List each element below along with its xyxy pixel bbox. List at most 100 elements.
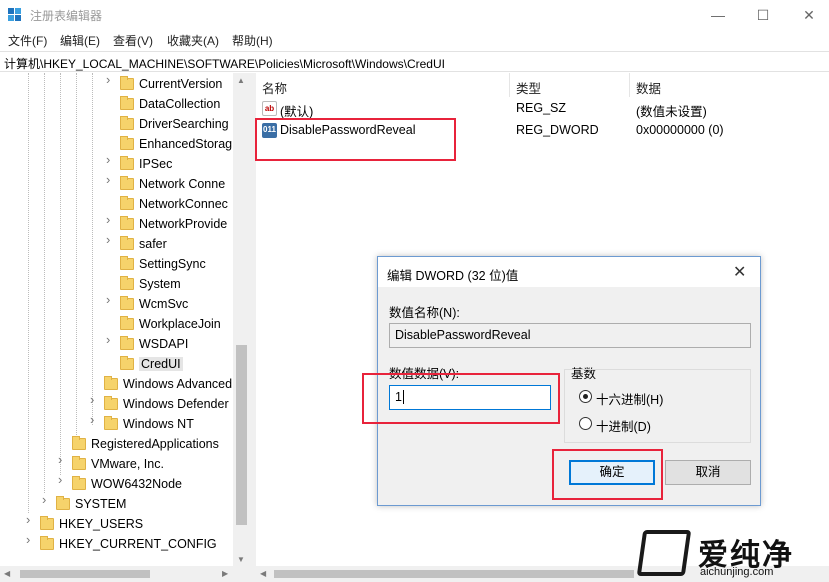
tree-vertical-scrollbar[interactable]: ▲ ▼	[233, 73, 250, 567]
menu-help[interactable]: 帮助(H)	[232, 32, 273, 49]
tree-item[interactable]: › Windows NT	[0, 413, 250, 435]
value-type: REG_DWORD	[516, 123, 599, 137]
expand-chevron-icon[interactable]: ›	[106, 153, 114, 166]
tree-item-label: HKEY_CURRENT_CONFIG	[59, 537, 217, 551]
tree-item[interactable]: › HKEY_CURRENT_CONFIG	[0, 533, 250, 555]
tree-item-label: SettingSync	[139, 257, 206, 271]
folder-icon	[120, 256, 134, 270]
scroll-left-arrow-icon[interactable]: ◀	[4, 569, 10, 578]
folder-icon	[104, 416, 118, 430]
tree-item-label: IPSec	[139, 157, 173, 171]
value-name-field: DisablePasswordReveal	[389, 323, 751, 348]
folder-icon	[104, 376, 118, 390]
expand-chevron-icon[interactable]: ›	[90, 413, 98, 426]
tree-item-label: HKEY_USERS	[59, 517, 144, 531]
value-data: (数值未设置)	[636, 105, 707, 119]
list-item[interactable]: ab (默认) REG_SZ (数值未设置)	[256, 98, 829, 119]
cancel-button[interactable]: 取消	[665, 460, 751, 485]
expand-chevron-icon[interactable]: ›	[106, 213, 114, 226]
tree-item-label: RegisteredApplications	[91, 437, 219, 451]
tree-item[interactable]: SettingSync	[0, 255, 250, 275]
expand-chevron-icon[interactable]: ›	[58, 473, 66, 486]
folder-icon	[56, 496, 70, 510]
hex-radio[interactable]	[579, 390, 592, 403]
tree-item[interactable]: › VMware, Inc.	[0, 453, 250, 475]
value-name-label: 数值名称(N):	[389, 306, 460, 320]
folder-icon	[40, 536, 54, 550]
tree-item-label: WSDAPI	[139, 337, 189, 351]
tree-item[interactable]: System	[0, 275, 250, 295]
scroll-up-arrow-icon[interactable]: ▲	[237, 76, 245, 85]
maximize-button[interactable]: ☐	[740, 0, 786, 30]
tree-item[interactable]: › IPSec	[0, 153, 250, 175]
tree-item[interactable]: Windows Advanced	[0, 375, 250, 395]
tree-item[interactable]: › NetworkProvide	[0, 213, 250, 235]
expand-chevron-icon[interactable]: ›	[106, 233, 114, 246]
address-bar[interactable]: 计算机\HKEY_LOCAL_MACHINE\SOFTWARE\Policies…	[0, 51, 829, 72]
expand-chevron-icon[interactable]: ›	[106, 73, 114, 86]
tree-item[interactable]: DriverSearching	[0, 115, 250, 135]
tree-item[interactable]: CredUI	[0, 355, 250, 375]
expand-chevron-icon[interactable]: ›	[26, 533, 34, 546]
menu-favorites[interactable]: 收藏夹(A)	[167, 32, 219, 49]
scroll-left-arrow-icon[interactable]: ◀	[260, 569, 266, 578]
folder-icon	[72, 436, 86, 450]
folder-icon	[120, 316, 134, 330]
list-hscroll-thumb[interactable]	[274, 570, 634, 578]
dec-radio[interactable]	[579, 417, 592, 430]
tree-scroll-thumb[interactable]	[236, 345, 247, 525]
folder-icon	[72, 476, 86, 490]
expand-chevron-icon[interactable]: ›	[90, 393, 98, 406]
tree-item[interactable]: RegisteredApplications	[0, 435, 250, 455]
tree-item-label: CurrentVersion	[139, 77, 223, 91]
hex-radio-label[interactable]: 十六进制(H)	[596, 389, 663, 408]
tree-item[interactable]: › WcmSvc	[0, 293, 250, 315]
tree-item-label: WorkplaceJoin	[139, 317, 221, 331]
tree-item[interactable]: › safer	[0, 233, 250, 255]
tree-horizontal-scrollbar[interactable]: ◀ ▶	[0, 566, 250, 582]
value-data: 0x00000000 (0)	[636, 123, 724, 137]
address-path[interactable]: 计算机\HKEY_LOCAL_MACHINE\SOFTWARE\Policies…	[4, 55, 445, 72]
expand-chevron-icon[interactable]: ›	[106, 173, 114, 186]
scroll-down-arrow-icon[interactable]: ▼	[237, 555, 245, 564]
tree-item[interactable]: › HKEY_USERS	[0, 513, 250, 535]
folder-icon	[72, 456, 86, 470]
dialog-title-bar: 编辑 DWORD (32 位)值 ✕	[378, 257, 760, 287]
watermark-logo-icon	[636, 530, 692, 576]
tree-item-label: Windows Defender	[123, 397, 229, 411]
tree-hscroll-thumb[interactable]	[20, 570, 150, 578]
tree-item-label: VMware, Inc.	[91, 457, 164, 471]
dialog-close-icon[interactable]: ✕	[733, 262, 746, 282]
folder-icon	[120, 116, 134, 130]
column-header-name[interactable]: 名称	[256, 73, 510, 97]
tree-item[interactable]: WorkplaceJoin	[0, 315, 250, 335]
tree-item[interactable]: › SYSTEM	[0, 493, 250, 515]
tree-item[interactable]: EnhancedStorag	[0, 135, 250, 155]
registry-tree[interactable]: › CurrentVersion DataCollection DriverSearc…	[0, 73, 250, 567]
folder-icon	[120, 296, 134, 310]
menu-edit[interactable]: 编辑(E)	[60, 32, 100, 49]
expand-chevron-icon[interactable]: ›	[106, 333, 114, 346]
column-header-data[interactable]: 数据	[630, 73, 829, 97]
expand-chevron-icon[interactable]: ›	[26, 513, 34, 526]
tree-item-label: EnhancedStorag	[139, 137, 233, 151]
folder-icon	[120, 276, 134, 290]
tree-item[interactable]: › Windows Defender	[0, 393, 250, 415]
minimize-button[interactable]: —	[695, 0, 741, 30]
tree-item[interactable]: › Network Conne	[0, 173, 250, 195]
column-header-type[interactable]: 类型	[510, 73, 630, 97]
expand-chevron-icon[interactable]: ›	[106, 293, 114, 306]
tree-item[interactable]: NetworkConnec	[0, 195, 250, 215]
expand-chevron-icon[interactable]: ›	[42, 493, 50, 506]
scroll-right-arrow-icon[interactable]: ▶	[222, 569, 228, 578]
tree-item[interactable]: › WOW6432Node	[0, 473, 250, 495]
expand-chevron-icon[interactable]: ›	[58, 453, 66, 466]
menu-file[interactable]: 文件(F)	[8, 32, 47, 49]
tree-item[interactable]: › CurrentVersion	[0, 73, 250, 95]
tree-item[interactable]: DataCollection	[0, 95, 250, 115]
tree-item[interactable]: › WSDAPI	[0, 333, 250, 355]
close-button[interactable]: ✕	[786, 0, 829, 30]
dialog-title: 编辑 DWORD (32 位)值	[387, 269, 519, 283]
dec-radio-label[interactable]: 十进制(D)	[596, 416, 651, 435]
menu-view[interactable]: 查看(V)	[113, 32, 153, 49]
